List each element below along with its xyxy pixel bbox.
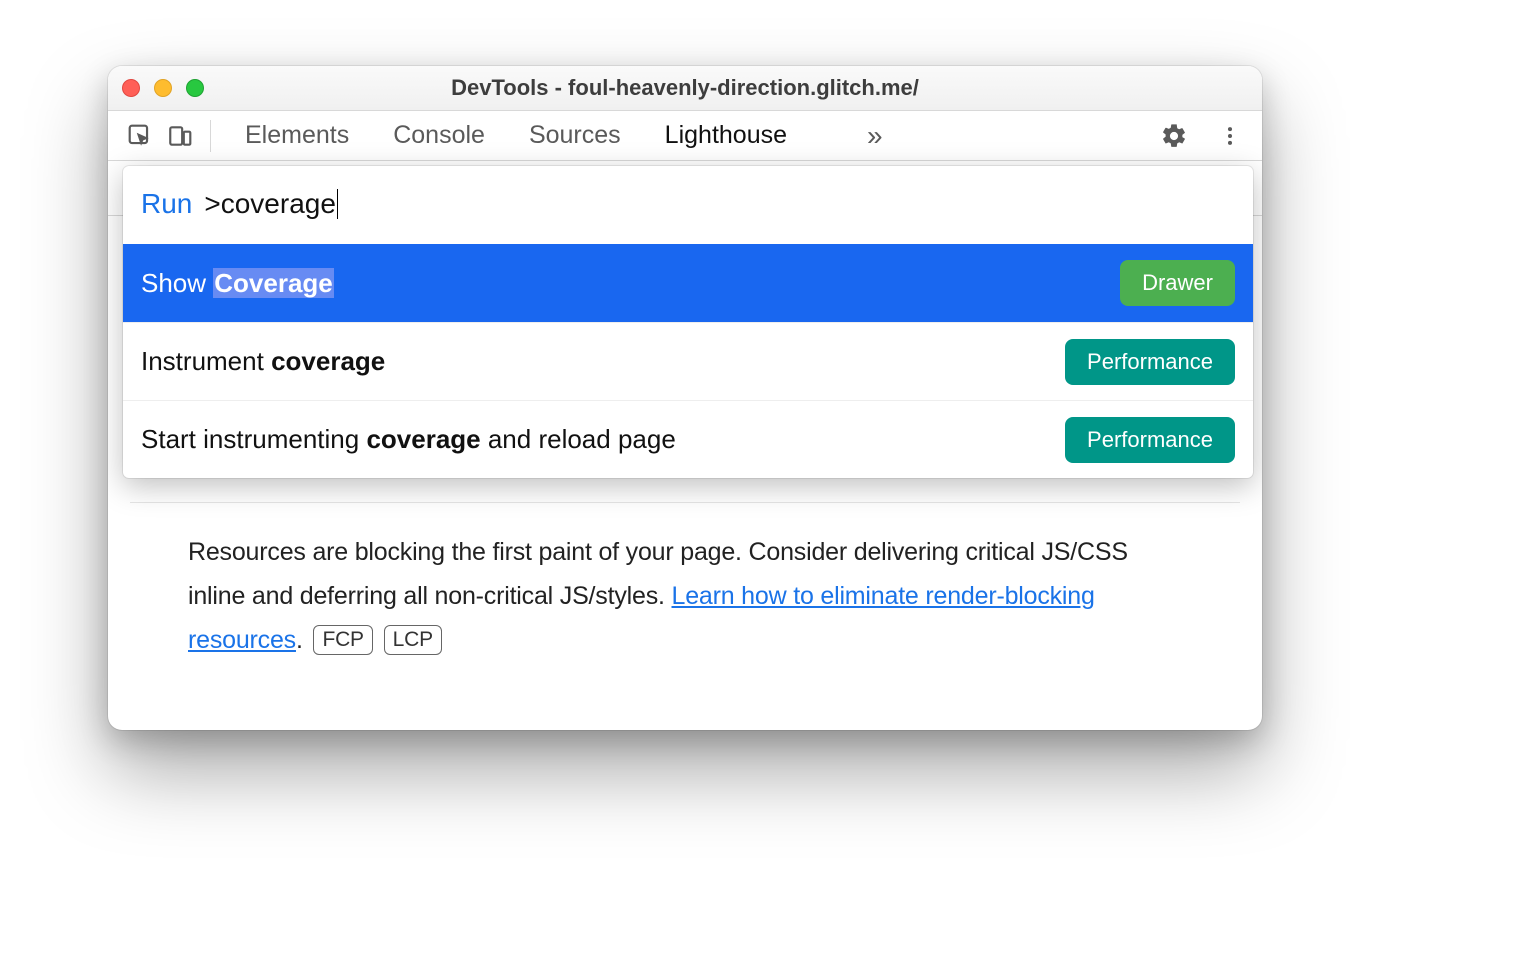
minimize-window-button[interactable] bbox=[154, 79, 172, 97]
more-options-icon[interactable] bbox=[1210, 116, 1250, 156]
command-result[interactable]: Show Coverage Drawer bbox=[123, 244, 1253, 322]
command-menu: Run >coverage Show Coverage Drawer Instrum… bbox=[123, 166, 1253, 478]
text-cursor bbox=[337, 189, 338, 219]
content-divider bbox=[130, 502, 1240, 503]
devtools-toolbar: Elements Console Sources Lighthouse » bbox=[108, 111, 1262, 161]
result-badge: Performance bbox=[1065, 339, 1235, 385]
window-title: DevTools - foul-heavenly-direction.glitc… bbox=[108, 75, 1262, 101]
advice-trailing: . bbox=[296, 626, 310, 654]
command-input-row[interactable]: Run >coverage bbox=[123, 166, 1253, 244]
device-toggle-icon[interactable] bbox=[160, 116, 200, 156]
tab-sources[interactable]: Sources bbox=[529, 121, 621, 150]
tab-elements[interactable]: Elements bbox=[245, 121, 349, 150]
query-prefix: > bbox=[204, 188, 220, 220]
inspect-element-icon[interactable] bbox=[120, 116, 160, 156]
result-label: Show Coverage bbox=[141, 268, 334, 299]
metric-fcp: FCP bbox=[313, 625, 372, 655]
command-query: >coverage bbox=[204, 188, 338, 220]
toolbar-right bbox=[1154, 116, 1250, 156]
panel-tabs: Elements Console Sources Lighthouse » bbox=[245, 120, 883, 152]
devtools-window: DevTools - foul-heavenly-direction.glitc… bbox=[108, 66, 1262, 730]
result-label: Instrument coverage bbox=[141, 346, 385, 377]
toolbar-separator bbox=[210, 120, 211, 152]
run-prefix: Run bbox=[141, 188, 192, 220]
tab-lighthouse[interactable]: Lighthouse bbox=[665, 121, 787, 150]
result-badge: Performance bbox=[1065, 417, 1235, 463]
close-window-button[interactable] bbox=[122, 79, 140, 97]
settings-icon[interactable] bbox=[1154, 116, 1194, 156]
command-result[interactable]: Instrument coverage Performance bbox=[123, 322, 1253, 400]
fullscreen-window-button[interactable] bbox=[186, 79, 204, 97]
more-tabs-icon[interactable]: » bbox=[867, 120, 883, 152]
titlebar: DevTools - foul-heavenly-direction.glitc… bbox=[108, 66, 1262, 111]
command-result[interactable]: Start instrumenting coverage and reload … bbox=[123, 400, 1253, 478]
command-results: Show Coverage Drawer Instrument coverage Pe… bbox=[123, 244, 1253, 478]
metric-lcp: LCP bbox=[384, 625, 442, 655]
result-label: Start instrumenting coverage and reload … bbox=[141, 424, 676, 455]
tab-console[interactable]: Console bbox=[393, 121, 485, 150]
traffic-lights bbox=[122, 79, 204, 97]
result-badge: Drawer bbox=[1120, 260, 1235, 306]
query-text: coverage bbox=[221, 188, 336, 220]
lighthouse-advice: Resources are blocking the first paint o… bbox=[188, 530, 1182, 662]
